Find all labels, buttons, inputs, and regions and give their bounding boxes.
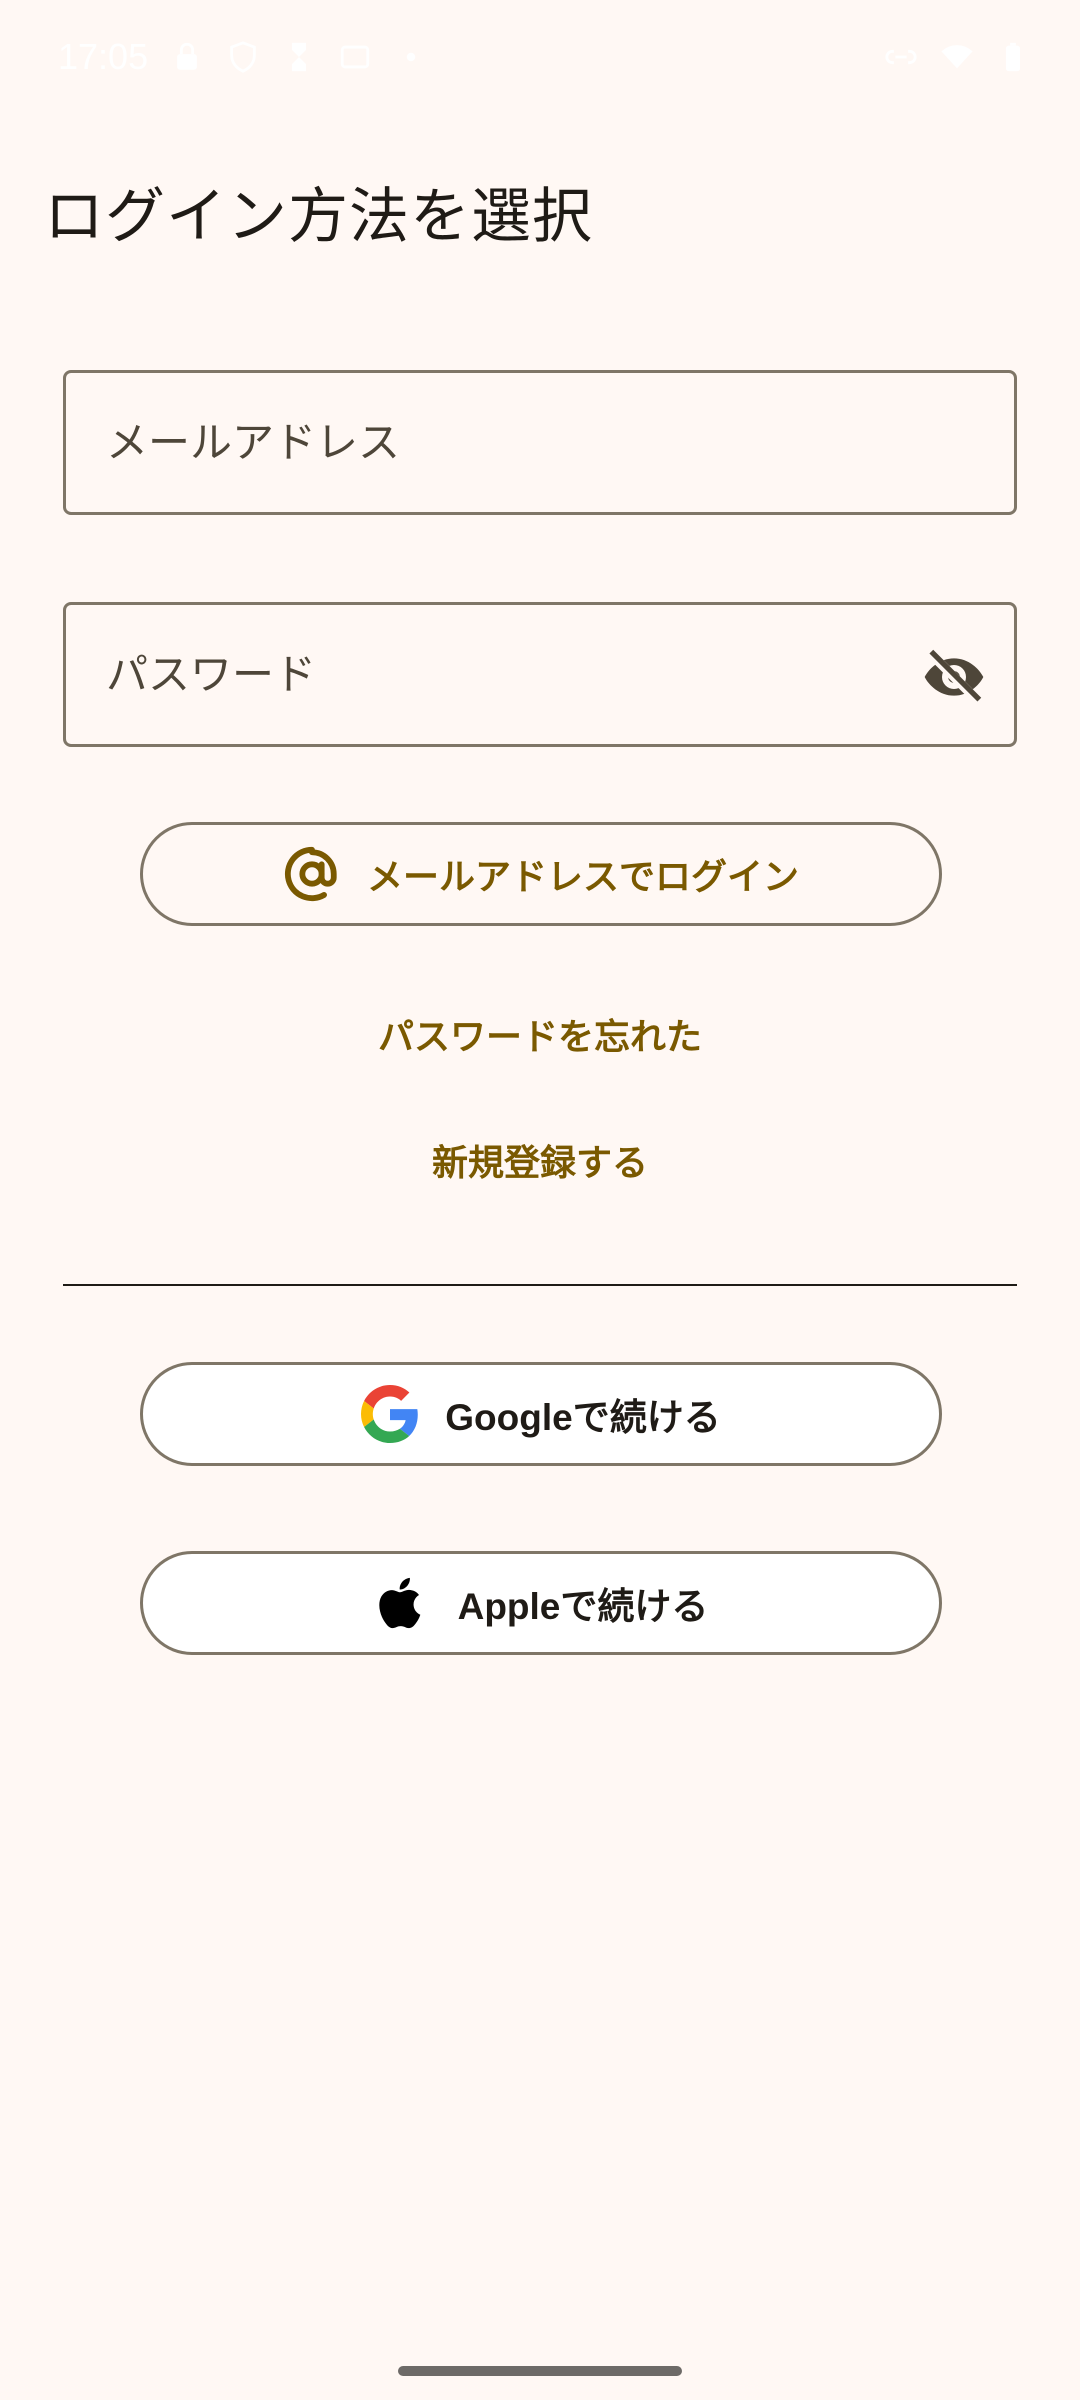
- email-input[interactable]: [106, 373, 926, 512]
- apple-signin-button[interactable]: Appleで続ける: [140, 1551, 942, 1655]
- password-field[interactable]: [63, 602, 1017, 747]
- wifi-icon: [941, 45, 973, 69]
- visibility-off-icon[interactable]: [922, 645, 986, 709]
- shield-icon: [230, 41, 256, 73]
- at-sign-icon: [284, 846, 337, 902]
- battery-icon: [1005, 42, 1021, 72]
- status-icons-right: [884, 40, 1030, 74]
- email-field[interactable]: [63, 370, 1017, 515]
- status-time: 17:05: [58, 36, 149, 77]
- google-signin-button[interactable]: Googleで続ける: [140, 1362, 942, 1466]
- google-logo-icon: [361, 1385, 419, 1443]
- google-signin-label: Googleで続ける: [445, 1397, 721, 1438]
- divider: [63, 1284, 1017, 1286]
- home-indicator[interactable]: [398, 2366, 682, 2376]
- hourglass-icon: [291, 42, 307, 72]
- status-icons-left: [170, 40, 428, 74]
- signup-link[interactable]: 新規登録する: [0, 1134, 1080, 1186]
- login-screen: 17:05 ログイン方法を選択 メールアドレス メールアドレスでログイン パスワ…: [0, 0, 1080, 2400]
- apple-signin-label: Appleで続ける: [457, 1586, 709, 1627]
- apple-logo-icon: [378, 1577, 420, 1629]
- forgot-password-link[interactable]: パスワードを忘れた: [0, 1008, 1080, 1060]
- dot-icon: [406, 52, 416, 62]
- link-icon: [885, 49, 917, 65]
- password-input[interactable]: [106, 605, 926, 744]
- email-login-button[interactable]: メールアドレスでログイン: [140, 822, 942, 926]
- lock-icon: [177, 42, 197, 70]
- card-icon: [340, 45, 370, 69]
- email-login-label: メールアドレスでログイン: [366, 857, 799, 898]
- page-title: ログイン方法を選択: [44, 182, 593, 252]
- status-bar: 17:05: [0, 0, 1080, 120]
